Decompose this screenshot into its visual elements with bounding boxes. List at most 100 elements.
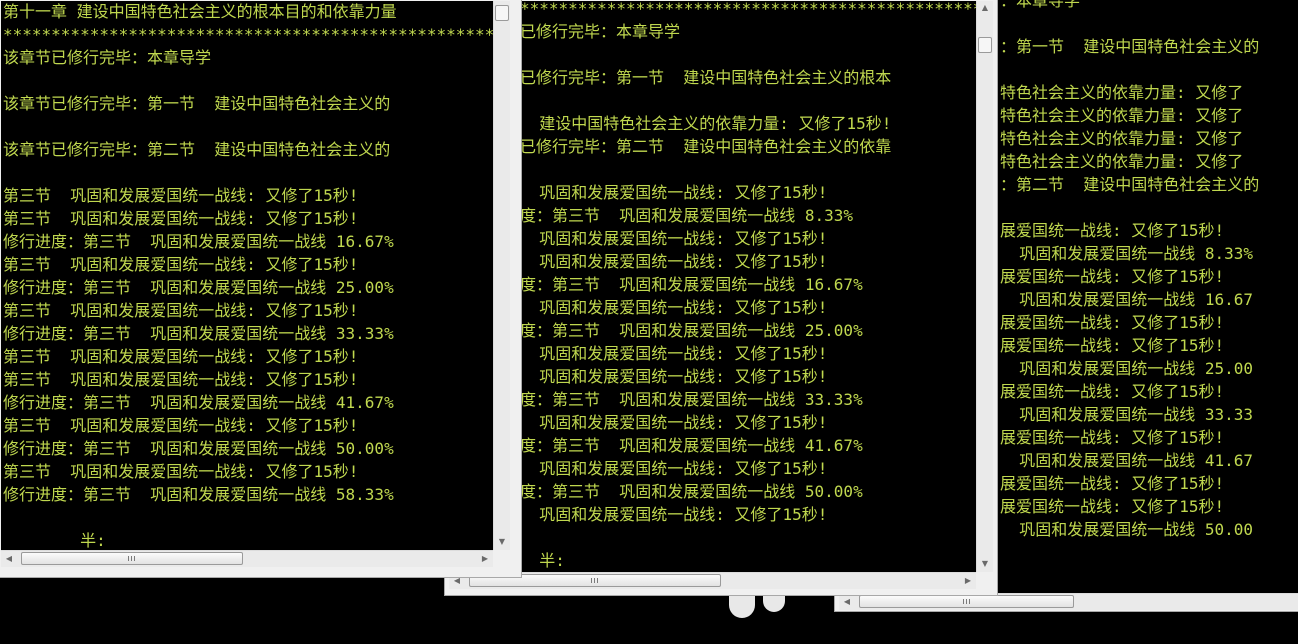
console-line: 巩固和发展爱国统一战线 41.67 bbox=[1000, 451, 1254, 470]
console-line: ：本章导学 bbox=[1000, 0, 1081, 10]
console-line: 该章节已修行完毕：第二节 建设中国特色社会主义的 bbox=[3, 140, 391, 159]
console-line: 度：第三节 巩固和发展爱国统一战线 16.67% bbox=[520, 275, 863, 294]
resize-corner[interactable] bbox=[976, 572, 993, 589]
horizontal-scrollbar[interactable]: ◀ ▶ bbox=[1, 550, 493, 567]
console-line: 巩固和发展爱国统一战线: 又修了15秒! bbox=[520, 298, 828, 317]
scroll-down-icon[interactable]: ▼ bbox=[494, 535, 510, 549]
scroll-right-icon[interactable]: ▶ bbox=[960, 573, 976, 589]
scroll-left-icon[interactable]: ◀ bbox=[839, 594, 855, 610]
console-output: 第十一章 建设中国特色社会主义的根本目的和依靠力量 ***************… bbox=[3, 1, 493, 550]
console-line: 修行进度：第三节 巩固和发展爱国统一战线 25.00% bbox=[3, 278, 394, 297]
console-output: ****************************************… bbox=[520, 1, 976, 572]
console-line: 特色社会主义的依靠力量: 又修了 bbox=[1000, 152, 1244, 171]
vertical-scroll-thumb[interactable] bbox=[978, 37, 992, 53]
console-line: 巩固和发展爱国统一战线: 又修了15秒! bbox=[520, 459, 828, 478]
console-line: 特色社会主义的依靠力量: 又修了 bbox=[1000, 83, 1244, 102]
console-line: 修行进度：第三节 巩固和发展爱国统一战线 50.00% bbox=[3, 439, 394, 458]
console-line: 特色社会主义的依靠力量: 又修了 bbox=[1000, 129, 1244, 148]
console-line: 半: bbox=[3, 531, 106, 550]
console-line: 该章节已修行完毕：本章导学 bbox=[3, 48, 212, 67]
console-line: 第三节 巩固和发展爱国统一战线: 又修了15秒! bbox=[3, 209, 359, 228]
horizontal-scrollbar[interactable]: ◀ ▶ bbox=[449, 572, 976, 589]
horizontal-scroll-thumb[interactable] bbox=[859, 595, 1074, 608]
console-line: 第三节 巩固和发展爱国统一战线: 又修了15秒! bbox=[3, 347, 359, 366]
scroll-left-icon[interactable]: ◀ bbox=[1, 551, 17, 567]
console-line: 修行进度：第三节 巩固和发展爱国统一战线 33.33% bbox=[3, 324, 394, 343]
console-line: 展爱国统一战线: 又修了15秒! bbox=[1000, 382, 1225, 401]
console-output-area[interactable]: 第十一章 建设中国特色社会主义的根本目的和依靠力量 ***************… bbox=[1, 1, 493, 550]
console-line: 展爱国统一战线: 又修了15秒! bbox=[1000, 497, 1225, 516]
console-line: 已修行完毕：第二节 建设中国特色社会主义的依靠 bbox=[520, 137, 892, 156]
console-line: 特色社会主义的依靠力量: 又修了 bbox=[1000, 106, 1244, 125]
horizontal-scroll-thumb[interactable] bbox=[21, 552, 243, 565]
console-line: ****************************************… bbox=[3, 25, 493, 44]
console-line: 修行进度：第三节 巩固和发展爱国统一战线 41.67% bbox=[3, 393, 394, 412]
grip-icon bbox=[591, 578, 599, 583]
console-line: 已修行完毕：本章导学 bbox=[520, 22, 681, 41]
vertical-scrollbar[interactable]: ▲ ▼ bbox=[493, 1, 510, 550]
console-line: 巩固和发展爱国统一战线: 又修了15秒! bbox=[520, 344, 828, 363]
console-window-1[interactable]: 第十一章 建设中国特色社会主义的根本目的和依靠力量 ***************… bbox=[0, 0, 522, 578]
console-line: 展爱国统一战线: 又修了15秒! bbox=[1000, 267, 1225, 286]
console-line: 度：第三节 巩固和发展爱国统一战线 8.33% bbox=[520, 206, 854, 225]
console-line: 度：第三节 巩固和发展爱国统一战线 33.33% bbox=[520, 390, 863, 409]
console-line: 该章节已修行完毕：第一节 建设中国特色社会主义的 bbox=[3, 94, 391, 113]
scroll-down-icon[interactable]: ▼ bbox=[977, 557, 993, 571]
console-line: 巩固和发展爱国统一战线 8.33% bbox=[1000, 244, 1254, 263]
vertical-scroll-thumb[interactable] bbox=[495, 5, 509, 21]
console-line: 展爱国统一战线: 又修了15秒! bbox=[1000, 336, 1225, 355]
console-line: 第三节 巩固和发展爱国统一战线: 又修了15秒! bbox=[3, 416, 359, 435]
console-output: ：本章导学 ：第一节 建设中国特色社会主义的 特色社会主义的依靠力量: 又修了 特色社… bbox=[1000, 0, 1259, 541]
console-line: ****************************************… bbox=[520, 1, 976, 18]
console-line: 第三节 巩固和发展爱国统一战线: 又修了15秒! bbox=[3, 301, 359, 320]
console-line: 已修行完毕：第一节 建设中国特色社会主义的根本 bbox=[520, 68, 892, 87]
console-line: 建设中国特色社会主义的依靠力量: 又修了15秒! bbox=[520, 114, 892, 133]
console-line: 巩固和发展爱国统一战线: 又修了15秒! bbox=[520, 252, 828, 271]
console-line: 巩固和发展爱国统一战线 33.33 bbox=[1000, 405, 1254, 424]
console-line: 巩固和发展爱国统一战线: 又修了15秒! bbox=[520, 413, 828, 432]
console-line: 巩固和发展爱国统一战线 50.00 bbox=[1000, 520, 1254, 539]
console-line: 巩固和发展爱国统一战线: 又修了15秒! bbox=[520, 183, 828, 202]
console-output-area[interactable]: ****************************************… bbox=[449, 1, 976, 572]
console-line: 第十一章 建设中国特色社会主义的根本目的和依靠力量 bbox=[3, 2, 397, 21]
console-line: 展爱国统一战线: 又修了15秒! bbox=[1000, 474, 1225, 493]
console-line: 巩固和发展爱国统一战线: 又修了15秒! bbox=[520, 505, 828, 524]
console-line: 第三节 巩固和发展爱国统一战线: 又修了15秒! bbox=[3, 186, 359, 205]
console-line: 巩固和发展爱国统一战线: 又修了15秒! bbox=[520, 229, 828, 248]
console-line: 度：第三节 巩固和发展爱国统一战线 50.00% bbox=[520, 482, 863, 501]
console-line: 巩固和发展爱国统一战线 25.00 bbox=[1000, 359, 1254, 378]
console-line: ：第一节 建设中国特色社会主义的 bbox=[1000, 37, 1260, 56]
console-line: 第三节 巩固和发展爱国统一战线: 又修了15秒! bbox=[3, 462, 359, 481]
vertical-scrollbar[interactable]: ▲ ▼ bbox=[976, 1, 993, 572]
console-line: 修行进度：第三节 巩固和发展爱国统一战线 58.33% bbox=[3, 485, 394, 504]
console-line: 修行进度：第三节 巩固和发展爱国统一战线 16.67% bbox=[3, 232, 394, 251]
console-line: ：第二节 建设中国特色社会主义的 bbox=[1000, 175, 1260, 194]
console-line: 展爱国统一战线: 又修了15秒! bbox=[1000, 221, 1225, 240]
console-window-2[interactable]: ****************************************… bbox=[444, 0, 998, 596]
console-line: 巩固和发展爱国统一战线 16.67 bbox=[1000, 290, 1254, 309]
grip-icon bbox=[962, 599, 971, 604]
console-line: 半: bbox=[520, 551, 565, 570]
grip-icon bbox=[128, 556, 136, 561]
console-line: 度：第三节 巩固和发展爱国统一战线 25.00% bbox=[520, 321, 863, 340]
scroll-right-icon[interactable]: ▶ bbox=[477, 551, 493, 567]
scroll-up-icon[interactable]: ▲ bbox=[977, 1, 993, 15]
console-line: 第三节 巩固和发展爱国统一战线: 又修了15秒! bbox=[3, 255, 359, 274]
console-line: 第三节 巩固和发展爱国统一战线: 又修了15秒! bbox=[3, 370, 359, 389]
console-line: 展爱国统一战线: 又修了15秒! bbox=[1000, 428, 1225, 447]
console-line: 展爱国统一战线: 又修了15秒! bbox=[1000, 313, 1225, 332]
console-line: 巩固和发展爱国统一战线: 又修了15秒! bbox=[520, 367, 828, 386]
console-line: 度：第三节 巩固和发展爱国统一战线 41.67% bbox=[520, 436, 863, 455]
resize-corner[interactable] bbox=[493, 550, 510, 567]
